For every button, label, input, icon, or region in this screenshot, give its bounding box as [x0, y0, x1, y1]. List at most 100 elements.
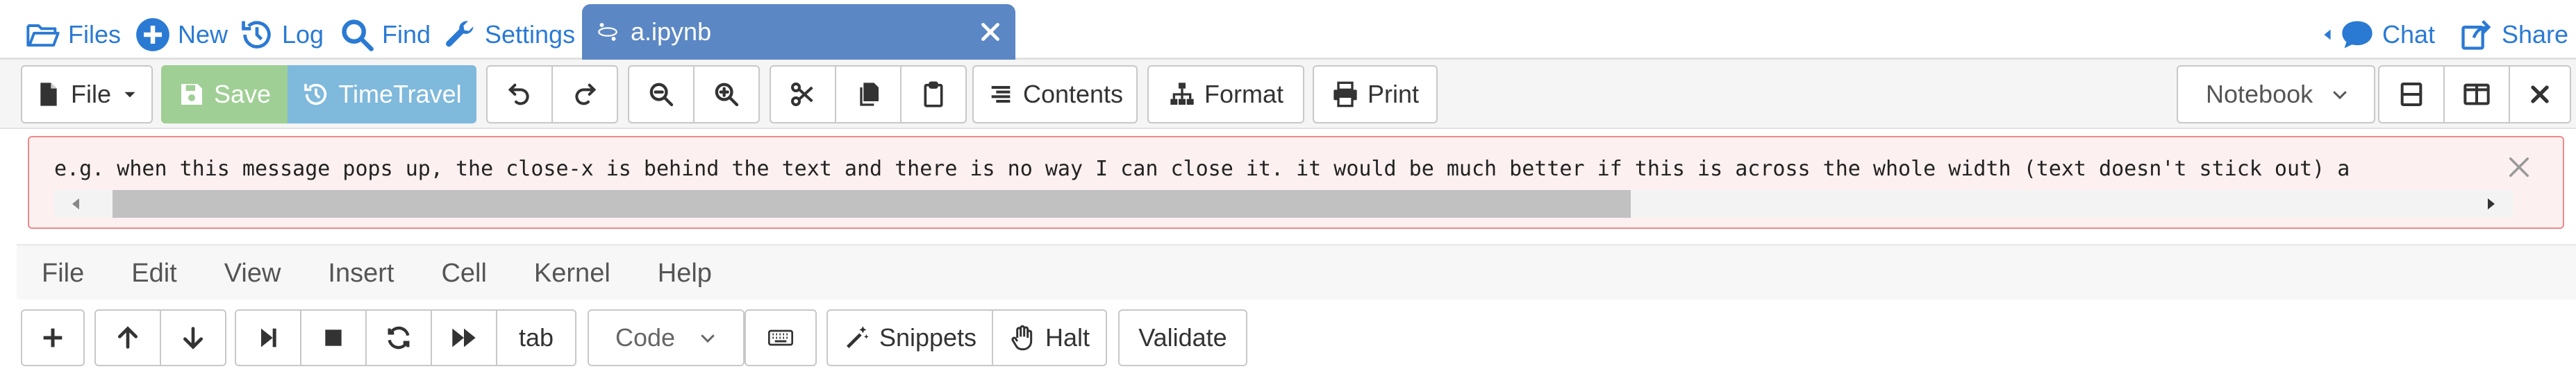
share-label: Share	[2502, 20, 2569, 49]
split-vertical-button[interactable]	[2443, 65, 2510, 123]
print-button[interactable]: Print	[1313, 65, 1438, 123]
share-icon	[2461, 19, 2491, 50]
chevron-down-icon	[2333, 91, 2347, 100]
find-link[interactable]: Find	[339, 15, 431, 54]
contents-button[interactable]: Contents	[972, 65, 1138, 123]
view-mode-value: Notebook	[2206, 80, 2313, 108]
plus-icon	[43, 328, 63, 347]
restart-kernel-button[interactable]	[365, 309, 432, 366]
copy-button[interactable]	[835, 65, 901, 123]
paste-button[interactable]	[900, 65, 967, 123]
timetravel-label: TimeTravel	[338, 80, 462, 108]
tab-notebook-file[interactable]: a.ipynb	[582, 4, 1015, 60]
file-menu-label: File	[70, 80, 111, 108]
files-link[interactable]: Files	[25, 15, 121, 54]
caret-left-icon	[2324, 29, 2331, 40]
run-cell-button[interactable]	[235, 309, 301, 366]
close-icon	[2531, 85, 2549, 103]
format-label: Format	[1204, 80, 1283, 108]
validate-button[interactable]: Validate	[1118, 309, 1247, 366]
new-link[interactable]: New	[135, 15, 228, 54]
run-all-button[interactable]	[431, 309, 497, 366]
close-editor-button[interactable]	[2509, 65, 2571, 123]
floppy-disk-icon	[181, 84, 202, 105]
list-icon	[991, 86, 1011, 103]
columns-icon	[2463, 83, 2490, 105]
menu-help[interactable]: Help	[658, 259, 712, 289]
snippets-button[interactable]: Snippets	[826, 309, 993, 366]
chat-bubble-icon	[2342, 21, 2373, 49]
undo-button[interactable]	[486, 65, 553, 123]
find-label: Find	[382, 20, 431, 49]
halt-button[interactable]: Halt	[992, 309, 1107, 366]
zoom-out-icon	[649, 83, 674, 107]
zoom-out-button[interactable]	[628, 65, 695, 123]
search-icon	[342, 19, 374, 51]
redo-icon	[575, 83, 597, 105]
notebook-menubar: File Edit View Insert Cell Kernel Help	[17, 244, 2576, 301]
insert-cell-button[interactable]	[21, 309, 85, 366]
move-cell-up-button[interactable]	[94, 309, 161, 366]
log-link[interactable]: Log	[239, 15, 324, 54]
jupyter-icon	[598, 23, 617, 41]
keyboard-shortcuts-button[interactable]	[745, 309, 817, 366]
split-rows-icon	[2400, 83, 2423, 106]
menu-kernel[interactable]: Kernel	[534, 259, 610, 289]
cell-type-select[interactable]: Code	[588, 309, 745, 366]
validate-label: Validate	[1138, 323, 1227, 352]
contents-label: Contents	[1022, 80, 1124, 108]
cell-type-value: Code	[615, 323, 676, 352]
settings-link[interactable]: Settings	[442, 15, 575, 54]
save-label: Save	[213, 80, 272, 108]
file-menu-button[interactable]: File	[21, 65, 153, 123]
cut-button[interactable]	[770, 65, 836, 123]
close-tab-icon[interactable]	[978, 19, 1003, 44]
stop-icon	[325, 329, 342, 346]
menu-view[interactable]: View	[224, 259, 281, 289]
error-alert: e.g. when this message pops up, the clos…	[28, 136, 2564, 229]
tab-key-button[interactable]: tab	[496, 309, 576, 366]
chat-link[interactable]: Chat	[2320, 15, 2435, 54]
redo-button[interactable]	[551, 65, 618, 123]
files-label: Files	[68, 20, 122, 49]
file-icon	[40, 83, 57, 106]
save-button[interactable]: Save	[161, 65, 288, 123]
clipboard-icon	[924, 81, 943, 108]
fast-forward-icon	[452, 328, 476, 347]
document-toolbar: File Save TimeTravel Contents Format Pri…	[0, 60, 2576, 129]
settings-label: Settings	[485, 20, 576, 49]
menu-edit[interactable]: Edit	[131, 259, 176, 289]
undo-icon	[508, 83, 529, 105]
printer-icon	[1333, 81, 1357, 108]
split-horizontal-button[interactable]	[2378, 65, 2445, 123]
history-icon	[242, 21, 271, 49]
stop-kernel-button[interactable]	[300, 309, 367, 366]
format-button[interactable]: Format	[1147, 65, 1304, 123]
magic-wand-icon	[846, 326, 869, 348]
menu-file[interactable]: File	[42, 259, 84, 289]
scroll-right-arrow-icon[interactable]	[2482, 196, 2499, 212]
arrow-up-icon	[118, 326, 138, 349]
zoom-in-button[interactable]	[693, 65, 760, 123]
wrench-icon	[446, 21, 474, 47]
plus-circle-icon	[136, 18, 169, 51]
alert-horizontal-scrollbar[interactable]	[54, 190, 2513, 218]
menu-insert[interactable]: Insert	[328, 259, 394, 289]
move-cell-down-button[interactable]	[160, 309, 226, 366]
alert-message: e.g. when this message pops up, the clos…	[54, 157, 2350, 181]
menu-cell[interactable]: Cell	[441, 259, 486, 289]
tab-filename: a.ipynb	[631, 17, 712, 46]
copy-icon	[860, 83, 879, 106]
step-forward-icon	[261, 328, 276, 347]
timetravel-button[interactable]: TimeTravel	[288, 65, 476, 123]
scissors-icon	[791, 83, 813, 106]
history-icon	[304, 83, 327, 105]
scroll-left-arrow-icon[interactable]	[68, 196, 85, 212]
view-mode-select[interactable]: Notebook	[2177, 65, 2375, 123]
scrollbar-thumb[interactable]	[113, 190, 1631, 218]
tab-key-label: tab	[518, 323, 554, 352]
new-label: New	[178, 20, 228, 49]
share-link[interactable]: Share	[2459, 15, 2568, 54]
alert-close-icon[interactable]	[2504, 153, 2534, 182]
keyboard-icon	[768, 329, 793, 346]
